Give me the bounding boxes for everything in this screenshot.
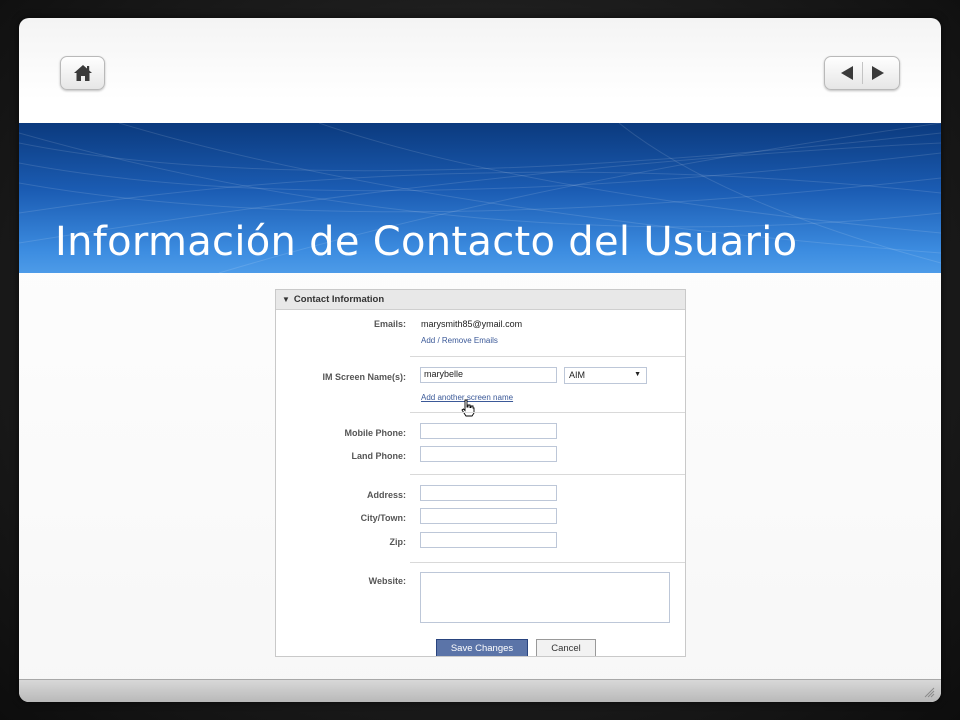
add-remove-emails-link[interactable]: Add / Remove Emails [421, 336, 498, 345]
resize-grip-icon [924, 687, 935, 698]
im-screen-name-input[interactable]: marybelle [420, 367, 557, 383]
section-header[interactable]: ▼ Contact Information [276, 290, 685, 310]
divider [410, 562, 685, 563]
address-label: Address: [366, 490, 406, 500]
im-service-value: AIM [569, 370, 586, 380]
im-service-select[interactable]: AIM ▼ [564, 367, 647, 384]
mobile-phone-label: Mobile Phone: [344, 428, 407, 438]
emails-label: Emails: [373, 319, 406, 329]
zip-label: Zip: [389, 537, 407, 547]
slide: Información de Contacto del Usuario ▼ Co… [19, 18, 941, 702]
home-icon [73, 65, 92, 81]
triangle-right-icon[interactable] [871, 65, 885, 81]
collapse-triangle-icon[interactable]: ▼ [282, 295, 290, 304]
address-input[interactable] [420, 485, 557, 501]
hand-pointer-icon [461, 399, 475, 417]
section-title: Contact Information [293, 294, 385, 305]
email-value: marysmith85@ymail.com [421, 319, 523, 329]
divider [410, 356, 685, 357]
slide-title: Información de Contacto del Usuario [55, 219, 798, 265]
website-label: Website: [368, 576, 406, 586]
divider [410, 412, 685, 413]
city-town-label: City/Town: [360, 513, 406, 523]
triangle-left-icon[interactable] [840, 65, 854, 81]
website-textarea[interactable] [420, 572, 670, 623]
title-banner: Información de Contacto del Usuario [19, 123, 941, 273]
nav-separator [861, 62, 863, 84]
mobile-phone-input[interactable] [420, 423, 557, 439]
slide-nav-buttons [824, 56, 900, 90]
im-screen-name-label: IM Screen Name(s): [322, 372, 406, 382]
bottom-bar [19, 679, 941, 702]
cancel-button[interactable]: Cancel [536, 639, 596, 656]
save-changes-button[interactable]: Save Changes [436, 639, 528, 656]
divider [410, 474, 685, 475]
land-phone-input[interactable] [420, 446, 557, 462]
chevron-down-icon: ▼ [634, 371, 641, 378]
contact-information-panel: ▼ Contact Information Emails: marysmith8… [275, 289, 686, 657]
zip-input[interactable] [420, 532, 557, 548]
city-town-input[interactable] [420, 508, 557, 524]
home-button[interactable] [60, 56, 105, 90]
land-phone-label: Land Phone: [351, 451, 407, 461]
